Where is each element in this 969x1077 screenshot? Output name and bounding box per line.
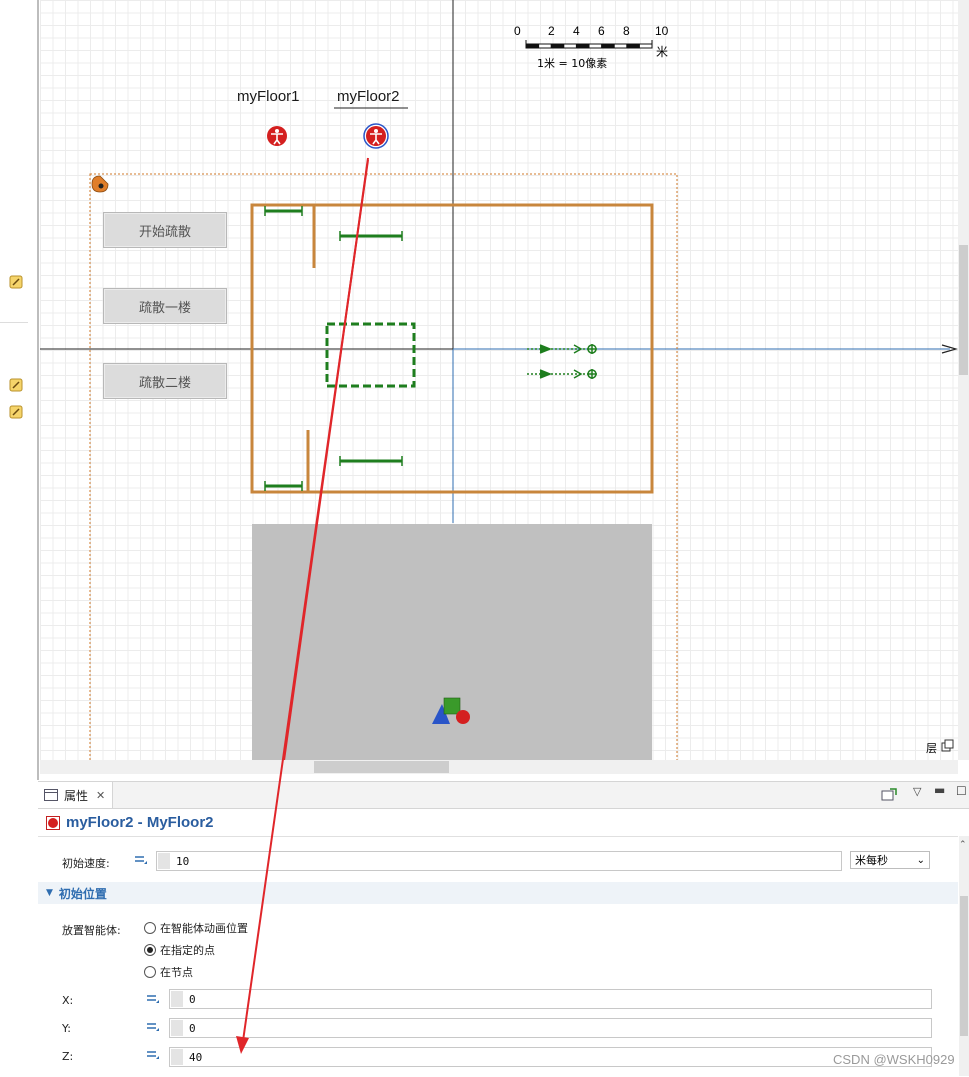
speed-input[interactable]: 10 — [156, 851, 842, 871]
minimize-icon[interactable]: ▬ — [934, 783, 945, 797]
static-value-icon[interactable] — [146, 1049, 160, 1061]
watermark: CSDN @WSKH0929 — [833, 1052, 955, 1067]
panel-scrollbar[interactable] — [959, 836, 969, 1076]
divider — [0, 322, 28, 323]
scale-ticks: 0 2 4 6 8 10 — [514, 24, 684, 38]
panel-tabbar: 属性 ✕ ▽ ▬ ☐ — [38, 781, 969, 809]
scroll-up-icon[interactable]: ⌃ — [959, 840, 967, 850]
radio-at-node[interactable]: 在节点 — [144, 964, 193, 980]
panel-body: 初始速度: 10 米每秒 ⌄ ▼ 初始位置 放置智能体: 在智能体动画位置 在指定… — [38, 836, 958, 1077]
scale-ratio-text: 1米 = 10像素 — [537, 57, 608, 70]
pedestrian-icon-floor2 — [363, 123, 389, 149]
floor-label-myfloor1[interactable]: myFloor1 — [237, 88, 300, 105]
y-input[interactable]: 0 — [169, 1018, 932, 1038]
area-node — [325, 322, 416, 388]
layers-icon[interactable]: 层 — [926, 740, 937, 756]
graphical-editor-canvas[interactable]: myFloor1 myFloor2 开始疏散 疏散一楼 疏散二楼 0 2 4 6… — [40, 0, 958, 760]
vertical-scrollbar[interactable] — [958, 0, 969, 760]
horizontal-scrollbar[interactable] — [40, 760, 958, 774]
scale-unit: 米 — [656, 45, 669, 59]
pedestrian-icon-floor1 — [267, 126, 287, 146]
scale-tick: 6 — [598, 24, 605, 38]
radio-at-specified-point[interactable]: 在指定的点 — [144, 942, 215, 958]
static-value-icon[interactable] — [146, 993, 160, 1005]
place-label: 放置智能体: — [62, 924, 121, 937]
evacuate-floor1-button[interactable]: 疏散一楼 — [103, 288, 227, 324]
editor-border — [37, 0, 39, 780]
scale-tick: 2 — [548, 24, 555, 38]
scale-tick: 8 — [623, 24, 630, 38]
evacuate-floor2-button[interactable]: 疏散二楼 — [103, 363, 227, 399]
scroll-thumb[interactable] — [960, 896, 968, 1036]
radio-at-animation-position[interactable]: 在智能体动画位置 — [144, 920, 248, 936]
floor-label-myfloor2[interactable]: myFloor2 — [337, 88, 400, 105]
properties-panel: 属性 ✕ ▽ ▬ ☐ myFloor2 - MyFloor2 初始速度: 10 … — [38, 781, 969, 1076]
close-icon[interactable]: ✕ — [96, 789, 105, 802]
view-menu-icon[interactable]: ▽ — [913, 785, 921, 798]
pencil-icon[interactable] — [9, 275, 23, 289]
scroll-thumb[interactable] — [959, 245, 968, 375]
properties-icon — [44, 789, 58, 801]
z-label: Z: — [62, 1050, 74, 1063]
section-initial-position[interactable]: ▼ 初始位置 — [38, 882, 958, 904]
x-input[interactable]: 0 — [169, 989, 932, 1009]
speed-unit-select[interactable]: 米每秒 ⌄ — [850, 851, 930, 869]
scale-tick: 10 — [655, 24, 669, 38]
tab-label: 属性 — [64, 788, 89, 803]
x-label: X: — [62, 994, 74, 1007]
start-evacuation-button[interactable]: 开始疏散 — [103, 212, 227, 248]
tab-properties[interactable]: 属性 ✕ — [38, 782, 113, 808]
scale-bar — [525, 40, 653, 49]
pin-icon[interactable] — [881, 788, 897, 802]
maximize-icon[interactable]: ☐ — [956, 784, 967, 798]
panel-title: myFloor2 - MyFloor2 — [66, 814, 214, 831]
pencil-icon[interactable] — [9, 378, 23, 392]
pedestrian-small-icon — [46, 816, 60, 830]
static-value-icon[interactable] — [146, 1021, 160, 1033]
static-value-icon[interactable] — [134, 854, 148, 866]
floor2-area — [252, 524, 652, 760]
collapse-icon[interactable]: ▼ — [46, 888, 53, 898]
level-origin-icon — [91, 175, 109, 193]
scale-tick: 0 — [514, 24, 521, 38]
pencil-icon[interactable] — [9, 405, 23, 419]
z-input[interactable]: 40 — [169, 1047, 932, 1067]
scroll-thumb[interactable] — [314, 761, 449, 773]
y-label: Y: — [62, 1022, 71, 1035]
scale-tick: 4 — [573, 24, 580, 38]
speed-label: 初始速度: — [62, 857, 110, 870]
